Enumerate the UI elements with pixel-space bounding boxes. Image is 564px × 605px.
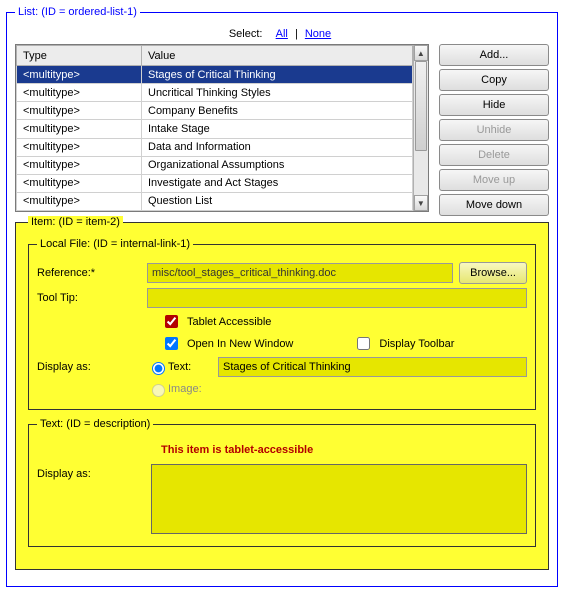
delete-button: Delete	[439, 144, 549, 166]
display-image-radio	[152, 384, 165, 397]
open-new-window-checkbox[interactable]	[165, 337, 178, 350]
cell-value: Data and Information	[142, 138, 413, 156]
scroll-thumb[interactable]	[415, 61, 427, 151]
select-all-link[interactable]: All	[276, 28, 288, 40]
display-text-radio[interactable]	[152, 362, 165, 375]
localfile-legend: Local File: (ID = internal-link-1)	[37, 238, 193, 250]
unhide-button: Unhide	[439, 119, 549, 141]
table-row[interactable]: <multitype>Stages of Critical Thinking	[17, 66, 413, 84]
display-toolbar-checkbox[interactable]	[357, 337, 370, 350]
display-text-field[interactable]	[218, 357, 527, 377]
moveup-button: Move up	[439, 169, 549, 191]
tooltip-label: Tool Tip:	[37, 292, 147, 304]
reference-field[interactable]: misc/tool_stages_critical_thinking.doc	[147, 263, 453, 283]
cell-value: Uncritical Thinking Styles	[142, 84, 413, 102]
cell-value: Intake Stage	[142, 120, 413, 138]
scroll-up-icon[interactable]: ▲	[414, 45, 428, 61]
col-value-header[interactable]: Value	[142, 46, 413, 66]
table-row[interactable]: <multitype>Organizational Assumptions	[17, 156, 413, 174]
select-row: Select: All | None	[15, 28, 549, 40]
tooltip-field[interactable]	[147, 288, 527, 308]
table-row[interactable]: <multitype>Data and Information	[17, 138, 413, 156]
list-table[interactable]: Type Value <multitype>Stages of Critical…	[16, 45, 413, 211]
scroll-track[interactable]	[414, 61, 428, 195]
add-button[interactable]: Add...	[439, 44, 549, 66]
select-none-link[interactable]: None	[305, 28, 331, 40]
separator: |	[295, 28, 298, 40]
table-row[interactable]: <multitype>Question List	[17, 192, 413, 210]
localfile-fieldset: Local File: (ID = internal-link-1) Refer…	[28, 238, 536, 410]
display-text-label: Text:	[168, 361, 218, 373]
scrollbar[interactable]: ▲ ▼	[413, 45, 428, 211]
item-fieldset: Item: (ID = item-2) Local File: (ID = in…	[15, 216, 549, 570]
cell-value: Question List	[142, 192, 413, 210]
cell-type: <multitype>	[17, 120, 142, 138]
table-row[interactable]: <multitype>Uncritical Thinking Styles	[17, 84, 413, 102]
cell-type: <multitype>	[17, 102, 142, 120]
textarea-display-as-label: Display as:	[37, 464, 151, 480]
col-type-header[interactable]: Type	[17, 46, 142, 66]
browse-button[interactable]: Browse...	[459, 262, 527, 284]
tablet-message: This item is tablet-accessible	[161, 444, 527, 456]
cell-type: <multitype>	[17, 174, 142, 192]
list-legend: List: (ID = ordered-list-1)	[15, 6, 140, 18]
list-table-wrap: Type Value <multitype>Stages of Critical…	[15, 44, 429, 212]
display-image-label: Image:	[168, 383, 202, 395]
cell-type: <multitype>	[17, 66, 142, 84]
button-column: Add... Copy Hide Unhide Delete Move up M…	[439, 44, 549, 216]
cell-value: Company Benefits	[142, 102, 413, 120]
list-fieldset: List: (ID = ordered-list-1) Select: All …	[6, 6, 558, 587]
cell-type: <multitype>	[17, 156, 142, 174]
open-new-window-label: Open In New Window	[187, 338, 293, 350]
table-row[interactable]: <multitype>Intake Stage	[17, 120, 413, 138]
table-row[interactable]: <multitype>Investigate and Act Stages	[17, 174, 413, 192]
display-as-label: Display as:	[37, 361, 147, 373]
cell-value: Organizational Assumptions	[142, 156, 413, 174]
item-legend: Item: (ID = item-2)	[28, 216, 123, 228]
display-toolbar-label: Display Toolbar	[379, 338, 454, 350]
tablet-accessible-label: Tablet Accessible	[187, 316, 271, 328]
cell-type: <multitype>	[17, 138, 142, 156]
text-fieldset: Text: (ID = description) This item is ta…	[28, 418, 536, 547]
display-as-textarea[interactable]	[151, 464, 527, 534]
scroll-down-icon[interactable]: ▼	[414, 195, 428, 211]
reference-label: Reference:*	[37, 267, 147, 279]
movedown-button[interactable]: Move down	[439, 194, 549, 216]
text-legend: Text: (ID = description)	[37, 418, 153, 430]
select-label: Select:	[229, 28, 263, 40]
cell-value: Stages of Critical Thinking	[142, 66, 413, 84]
cell-value: Investigate and Act Stages	[142, 174, 413, 192]
hide-button[interactable]: Hide	[439, 94, 549, 116]
cell-type: <multitype>	[17, 192, 142, 210]
tablet-accessible-checkbox[interactable]	[165, 315, 178, 328]
table-row[interactable]: <multitype>Company Benefits	[17, 102, 413, 120]
cell-type: <multitype>	[17, 84, 142, 102]
copy-button[interactable]: Copy	[439, 69, 549, 91]
